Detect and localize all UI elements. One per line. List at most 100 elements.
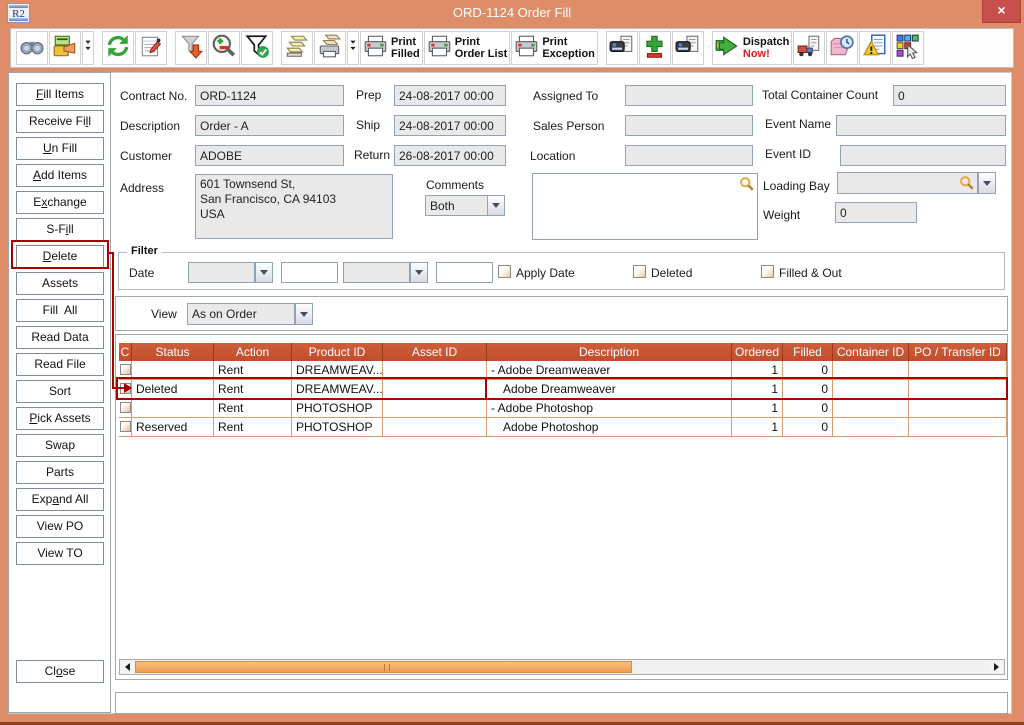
address-field[interactable]: 601 Townsend St, San Francisco, CA 94103… bbox=[195, 174, 393, 239]
sidebar-button-exchange[interactable]: Exchange bbox=[16, 191, 104, 214]
checkbox-apply-date[interactable] bbox=[498, 265, 511, 278]
sidebar-button-fill-all[interactable]: Fill All bbox=[16, 299, 104, 322]
sidebar-button-close[interactable]: Close bbox=[16, 660, 104, 683]
column-header-po_transfer_id[interactable]: PO / Transfer ID bbox=[909, 343, 1007, 361]
exception-alert-button[interactable] bbox=[859, 31, 891, 65]
description-field[interactable]: Order - A bbox=[195, 115, 344, 136]
row-checkbox[interactable] bbox=[120, 402, 131, 413]
event-name-field[interactable] bbox=[836, 115, 1006, 136]
print-order-list-button[interactable]: PrintOrder List bbox=[424, 31, 511, 65]
sidebar-button-view-po[interactable]: View PO bbox=[16, 515, 104, 538]
view-combo[interactable]: As on Order bbox=[187, 303, 295, 325]
column-header-filled[interactable]: Filled bbox=[783, 343, 833, 361]
add-remove-button[interactable] bbox=[639, 31, 671, 65]
plus-minus-icon bbox=[642, 33, 668, 64]
close-icon: × bbox=[997, 2, 1005, 18]
event-id-field[interactable] bbox=[840, 145, 1006, 166]
loading-bay-field[interactable] bbox=[837, 172, 978, 194]
customer-field[interactable]: ADOBE bbox=[195, 145, 344, 166]
return-date-field[interactable]: 26-08-2017 00:00 bbox=[394, 145, 506, 166]
sidebar-button-sort[interactable]: Sort bbox=[16, 380, 104, 403]
pick-fill-button[interactable] bbox=[49, 31, 81, 65]
cell-container_id bbox=[833, 418, 909, 437]
ship-date-field[interactable]: 24-08-2017 00:00 bbox=[394, 115, 506, 136]
sidebar-button-fill-items[interactable]: Fill Items bbox=[16, 83, 104, 106]
row-checkbox[interactable] bbox=[120, 421, 131, 432]
loading-bay-dropdown-button[interactable] bbox=[978, 172, 996, 194]
cascade-button[interactable] bbox=[281, 31, 313, 65]
comments-text-area[interactable] bbox=[532, 173, 758, 240]
pick-fill-dropdown[interactable] bbox=[82, 31, 94, 65]
dispatch-now-button[interactable]: DispatchNow! bbox=[712, 31, 792, 65]
zoom-button[interactable] bbox=[208, 31, 240, 65]
column-header-container_id[interactable]: Container ID bbox=[833, 343, 909, 361]
prep-date-field[interactable]: 24-08-2017 00:00 bbox=[394, 85, 506, 106]
view-dropdown-button[interactable] bbox=[295, 303, 313, 325]
refresh-button[interactable] bbox=[102, 31, 134, 65]
print-filled-button-label: PrintFilled bbox=[391, 36, 420, 60]
sidebar-button-assets[interactable]: Assets bbox=[16, 272, 104, 295]
column-header-action[interactable]: Action bbox=[214, 343, 292, 361]
total-container-count-field[interactable]: 0 bbox=[893, 85, 1006, 106]
table-header-row: CStatusActionProduct IDAsset IDDescripti… bbox=[119, 343, 1007, 361]
printer-icon bbox=[514, 33, 540, 64]
schedule-button[interactable] bbox=[826, 31, 858, 65]
sidebar-button-swap[interactable]: Swap bbox=[16, 434, 104, 457]
cascade-print-button[interactable] bbox=[314, 31, 346, 65]
column-header-product_id[interactable]: Product ID bbox=[292, 343, 383, 361]
sales-person-field[interactable] bbox=[625, 115, 753, 136]
scroll-left-button[interactable] bbox=[121, 661, 134, 673]
sidebar-button-view-to[interactable]: View TO bbox=[16, 542, 104, 565]
filter-down-button[interactable] bbox=[175, 31, 207, 65]
comments-search-icon[interactable] bbox=[739, 176, 754, 191]
location-field[interactable] bbox=[625, 145, 753, 166]
sidebar-button-s-fill[interactable]: S-Fill bbox=[16, 218, 104, 241]
column-header-status[interactable]: Status bbox=[132, 343, 214, 361]
sidebar-button-read-data[interactable]: Read Data bbox=[16, 326, 104, 349]
print-exception-button[interactable]: PrintException bbox=[511, 31, 598, 65]
sidebar-button-add-items[interactable]: Add Items bbox=[16, 164, 104, 187]
printer-icon bbox=[363, 33, 389, 64]
row-checkbox[interactable] bbox=[120, 364, 131, 375]
table-row[interactable]: ReservedRentPHOTOSHOPAdobe Photoshop10 bbox=[119, 418, 1007, 437]
checkbox-filled-out[interactable] bbox=[761, 265, 774, 278]
scan-document-button[interactable] bbox=[606, 31, 638, 65]
assigned-to-field[interactable] bbox=[625, 85, 753, 106]
column-header-description[interactable]: Description bbox=[487, 343, 732, 361]
column-header-asset_id[interactable]: Asset ID bbox=[383, 343, 487, 361]
sidebar-button-pick-assets[interactable]: Pick Assets bbox=[16, 407, 104, 430]
sidebar-button-read-file[interactable]: Read File bbox=[16, 353, 104, 376]
table-row[interactable]: RentPHOTOSHOP- Adobe Photoshop10 bbox=[119, 399, 1007, 418]
edit-notes-button[interactable] bbox=[135, 31, 167, 65]
date-from-time-field[interactable] bbox=[281, 262, 338, 283]
chevron-down-icon bbox=[492, 203, 500, 208]
sidebar-button-parts[interactable]: Parts bbox=[16, 461, 104, 484]
truck-document-button[interactable] bbox=[793, 31, 825, 65]
horizontal-scrollbar[interactable] bbox=[119, 659, 1005, 675]
date-to-time-field[interactable] bbox=[436, 262, 493, 283]
find-button[interactable] bbox=[16, 31, 48, 65]
date-from-combo[interactable] bbox=[188, 262, 255, 283]
date-to-dropdown-button[interactable] bbox=[410, 262, 428, 283]
column-header-ordered[interactable]: Ordered bbox=[732, 343, 783, 361]
scroll-right-button[interactable] bbox=[990, 661, 1003, 673]
sidebar-button-expand-all[interactable]: Expand All bbox=[16, 488, 104, 511]
checkbox-deleted[interactable] bbox=[633, 265, 646, 278]
comments-mode-combo[interactable]: Both bbox=[425, 195, 488, 216]
column-header-check[interactable]: C bbox=[119, 343, 132, 361]
cascade-print-dropdown[interactable] bbox=[347, 31, 359, 65]
loading-bay-search-icon[interactable] bbox=[959, 175, 974, 190]
close-button[interactable]: × bbox=[982, 0, 1021, 23]
scrollbar-thumb[interactable] bbox=[135, 661, 632, 673]
print-filled-button[interactable]: PrintFilled bbox=[360, 31, 423, 65]
weight-field[interactable]: 0 bbox=[835, 202, 917, 223]
sidebar-button-receive-fill[interactable]: Receive Fill bbox=[16, 110, 104, 133]
scan-document-alt-button[interactable] bbox=[672, 31, 704, 65]
color-grid-button[interactable] bbox=[892, 31, 924, 65]
sidebar-button-un-fill[interactable]: Un Fill bbox=[16, 137, 104, 160]
contract-field[interactable]: ORD-1124 bbox=[195, 85, 344, 106]
date-to-combo[interactable] bbox=[343, 262, 410, 283]
comments-mode-dropdown-button[interactable] bbox=[487, 195, 505, 216]
date-from-dropdown-button[interactable] bbox=[255, 262, 273, 283]
filter-apply-button[interactable] bbox=[241, 31, 273, 65]
